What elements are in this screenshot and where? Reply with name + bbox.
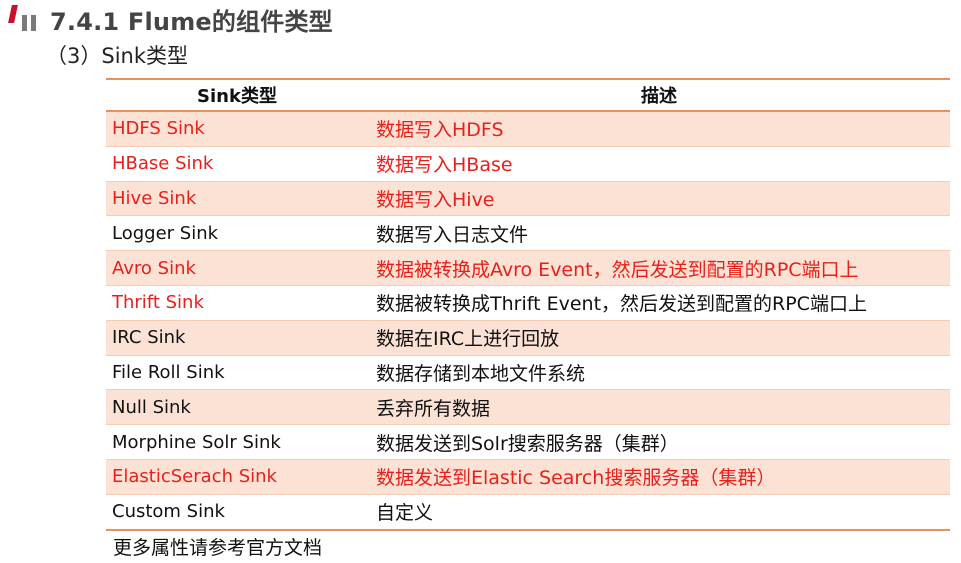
sink-types-table: Sink类型 描述 HDFS Sink 数据写入HDFS HBase Sink …	[106, 78, 950, 531]
description-cell: 数据被转换成Avro Event，然后发送到配置的RPC端口上	[376, 258, 859, 281]
description-cell: 数据发送到Elastic Search搜索服务器（集群）	[376, 467, 776, 490]
table-row: Null Sink 丢弃所有数据	[106, 389, 950, 425]
description-cell: 数据存储到本地文件系统	[376, 362, 586, 385]
table-row: HDFS Sink 数据写入HDFS	[106, 111, 950, 147]
table-row: Avro Sink 数据被转换成Avro Event，然后发送到配置的RPC端口…	[106, 250, 950, 286]
description-cell: 数据被转换成Thrift Event，然后发送到配置的RPC端口上	[376, 293, 867, 316]
description-cell: 数据写入日志文件	[376, 223, 529, 246]
sink-type-cell: HBase Sink	[112, 153, 214, 175]
header-description: 描述	[641, 86, 677, 107]
footer-note: 更多属性请参考官方文档	[113, 537, 323, 559]
sink-type-cell: ElasticSerach Sink	[112, 466, 277, 488]
sink-type-cell: Hive Sink	[112, 187, 197, 209]
table-row: ElasticSerach Sink 数据发送到Elastic Search搜索…	[106, 459, 950, 495]
description-cell: 数据在IRC上进行回放	[376, 328, 560, 351]
section-subtitle: （3）Sink类型	[46, 44, 188, 68]
description-cell: 数据写入HDFS	[376, 119, 504, 142]
description-cell: 丢弃所有数据	[376, 397, 491, 420]
description-cell: 数据写入Hive	[376, 188, 495, 211]
table-row: Custom Sink 自定义	[106, 494, 950, 530]
table-row: Logger Sink 数据写入日志文件	[106, 216, 950, 251]
sink-type-cell: Null Sink	[112, 396, 191, 418]
table-row: Morphine Solr Sink 数据发送到Solr搜索服务器（集群）	[106, 425, 950, 460]
table-header-row: Sink类型 描述	[106, 79, 950, 111]
table-row: Hive Sink 数据写入Hive	[106, 181, 950, 216]
sink-type-cell: File Roll Sink	[112, 361, 225, 383]
sink-type-cell: Logger Sink	[112, 222, 219, 244]
table-row: IRC Sink 数据在IRC上进行回放	[106, 320, 950, 356]
page-title: 7.4.1 Flume的组件类型	[50, 7, 333, 36]
title-row: 7.4.1 Flume的组件类型	[8, 4, 333, 36]
sink-type-cell: HDFS Sink	[112, 118, 205, 140]
sink-types-table-container: Sink类型 描述 HDFS Sink 数据写入HDFS HBase Sink …	[106, 78, 950, 531]
sink-type-cell: Custom Sink	[112, 501, 225, 523]
description-cell: 数据发送到Solr搜索服务器（集群）	[376, 432, 679, 455]
sink-type-cell: Thrift Sink	[112, 292, 204, 314]
description-cell: 自定义	[376, 502, 434, 525]
title-bars-icon	[8, 5, 42, 33]
header-sink-type: Sink类型	[197, 86, 277, 107]
description-cell: 数据写入HBase	[376, 154, 513, 177]
sink-type-cell: Morphine Solr Sink	[112, 431, 281, 453]
table-row: HBase Sink 数据写入HBase	[106, 146, 950, 182]
table-row: File Roll Sink 数据存储到本地文件系统	[106, 355, 950, 390]
sink-type-cell: Avro Sink	[112, 257, 196, 279]
sink-type-cell: IRC Sink	[112, 327, 186, 349]
table-row: Thrift Sink 数据被转换成Thrift Event，然后发送到配置的R…	[106, 285, 950, 321]
